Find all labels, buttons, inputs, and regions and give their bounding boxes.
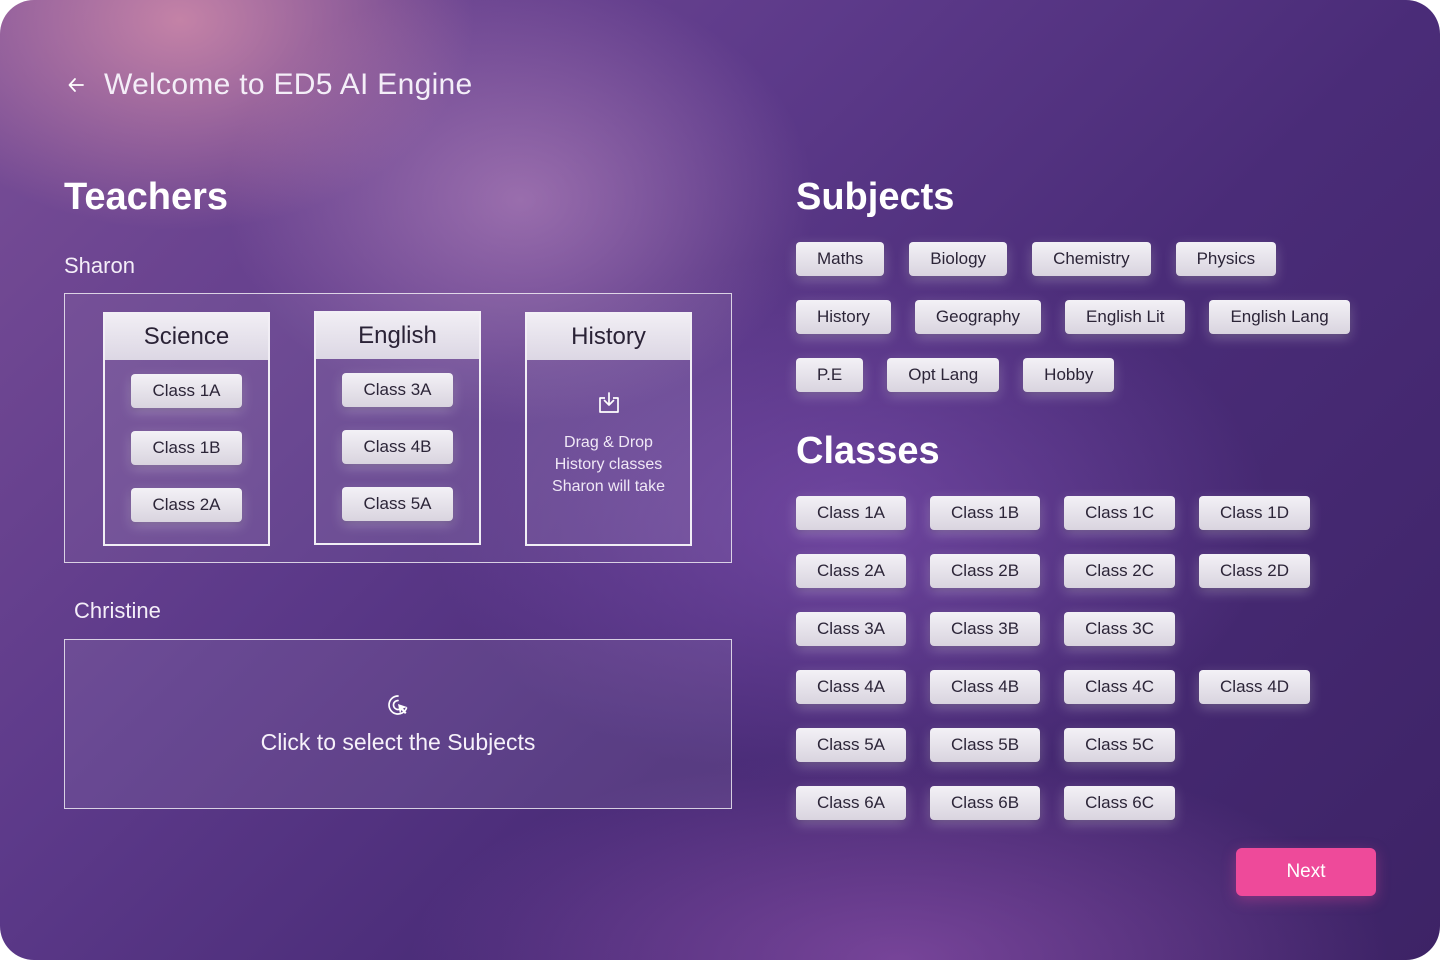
teacher-panel-sharon: Science Class 1A Class 1B Class 2A Engli… xyxy=(64,293,732,563)
subject-card-english[interactable]: English Class 3A Class 4B Class 5A xyxy=(314,311,481,545)
teacher-name-christine: Christine xyxy=(74,598,161,623)
class-chip[interactable]: Class 5B xyxy=(930,728,1041,762)
class-chip[interactable]: Class 2A xyxy=(796,554,907,588)
subject-chip-history[interactable]: History xyxy=(796,300,891,334)
class-chip[interactable]: Class 1C xyxy=(1064,496,1176,530)
subject-chip-hobby[interactable]: Hobby xyxy=(1023,358,1115,392)
class-chip[interactable]: Class 4B xyxy=(930,670,1041,704)
subject-card-header: Science xyxy=(105,314,268,360)
page-title: Welcome to ED5 AI Engine xyxy=(104,68,473,101)
class-chip[interactable]: Class 5A xyxy=(796,728,907,762)
class-chip[interactable]: Class 2C xyxy=(1064,554,1176,588)
class-chip[interactable]: Class 4C xyxy=(1064,670,1176,704)
classes-row: Class 6A Class 6B Class 6C xyxy=(796,786,1176,820)
class-chip[interactable]: Class 5C xyxy=(1064,728,1176,762)
classes-row: Class 5A Class 5B Class 5C xyxy=(796,728,1176,762)
subject-card-history[interactable]: History Drag & Drop History classes Shar… xyxy=(525,312,692,546)
class-chip[interactable]: Class 2B xyxy=(930,554,1041,588)
teachers-heading: Teachers xyxy=(64,176,229,218)
subject-chip-english-lit[interactable]: English Lit xyxy=(1065,300,1186,334)
class-chip[interactable]: Class 3B xyxy=(930,612,1041,646)
subject-chip-biology[interactable]: Biology xyxy=(909,242,1008,276)
subjects-row: P.E Opt Lang Hobby xyxy=(796,358,1115,392)
class-chip[interactable]: Class 1D xyxy=(1199,496,1310,530)
subject-chip-geography[interactable]: Geography xyxy=(914,300,1042,334)
app-window: Welcome to ED5 AI Engine Teachers Sharon… xyxy=(0,0,1440,960)
class-chip[interactable]: Class 5A xyxy=(342,487,453,521)
classes-row: Class 1A Class 1B Class 1C Class 1D xyxy=(796,496,1310,530)
class-chip[interactable]: Class 6B xyxy=(930,786,1041,820)
class-chip[interactable]: Class 3C xyxy=(1064,612,1176,646)
class-chip[interactable]: Class 4B xyxy=(342,430,453,464)
classes-heading: Classes xyxy=(796,430,940,472)
subject-chip-physics[interactable]: Physics xyxy=(1175,242,1277,276)
subject-chip-chemistry[interactable]: Chemistry xyxy=(1032,242,1151,276)
arrow-left-icon xyxy=(68,78,84,92)
select-subjects-text: Click to select the Subjects xyxy=(260,728,536,755)
class-chip[interactable]: Class 2A xyxy=(131,488,242,522)
classes-row: Class 2A Class 2B Class 2C Class 2D xyxy=(796,554,1310,588)
class-chip[interactable]: Class 6A xyxy=(796,786,907,820)
class-chip[interactable]: Class 3A xyxy=(796,612,907,646)
classes-row: Class 4A Class 4B Class 4C Class 4D xyxy=(796,670,1310,704)
subject-card-header: History xyxy=(527,314,690,360)
class-chip[interactable]: Class 1B xyxy=(930,496,1041,530)
subject-card-header: English xyxy=(316,313,479,359)
subjects-row: History Geography English Lit English La… xyxy=(796,300,1350,334)
subject-chip-pe[interactable]: P.E xyxy=(796,358,864,392)
class-chip[interactable]: Class 4A xyxy=(796,670,907,704)
class-chip[interactable]: Class 3A xyxy=(342,373,453,407)
class-chip[interactable]: Class 1B xyxy=(131,431,242,465)
cursor-click-icon xyxy=(388,694,408,715)
classes-row: Class 3A Class 3B Class 3C xyxy=(796,612,1176,646)
class-chip[interactable]: Class 1A xyxy=(131,374,242,408)
back-button[interactable] xyxy=(64,73,88,97)
subject-chip-maths[interactable]: Maths xyxy=(796,242,885,276)
subjects-heading: Subjects xyxy=(796,176,955,218)
drop-zone[interactable]: Drag & Drop History classes Sharon will … xyxy=(527,360,690,498)
class-chip[interactable]: Class 4D xyxy=(1199,670,1310,704)
subjects-row: Maths Biology Chemistry Physics xyxy=(796,242,1277,276)
subject-card-science[interactable]: Science Class 1A Class 1B Class 2A xyxy=(103,312,270,546)
header: Welcome to ED5 AI Engine xyxy=(64,68,473,102)
download-tray-icon xyxy=(598,392,619,413)
class-chip[interactable]: Class 1A xyxy=(796,496,907,530)
teacher-name-sharon: Sharon xyxy=(64,253,135,278)
subject-chip-opt-lang[interactable]: Opt Lang xyxy=(887,358,1000,392)
class-chip[interactable]: Class 6C xyxy=(1064,786,1176,820)
subject-chip-english-lang[interactable]: English Lang xyxy=(1209,300,1350,334)
next-button[interactable]: Next xyxy=(1236,848,1376,896)
select-subjects-area[interactable]: Click to select the Subjects xyxy=(64,639,732,809)
drop-hint-text: Drag & Drop History classes Sharon will … xyxy=(552,434,665,495)
class-chip[interactable]: Class 2D xyxy=(1199,554,1310,588)
